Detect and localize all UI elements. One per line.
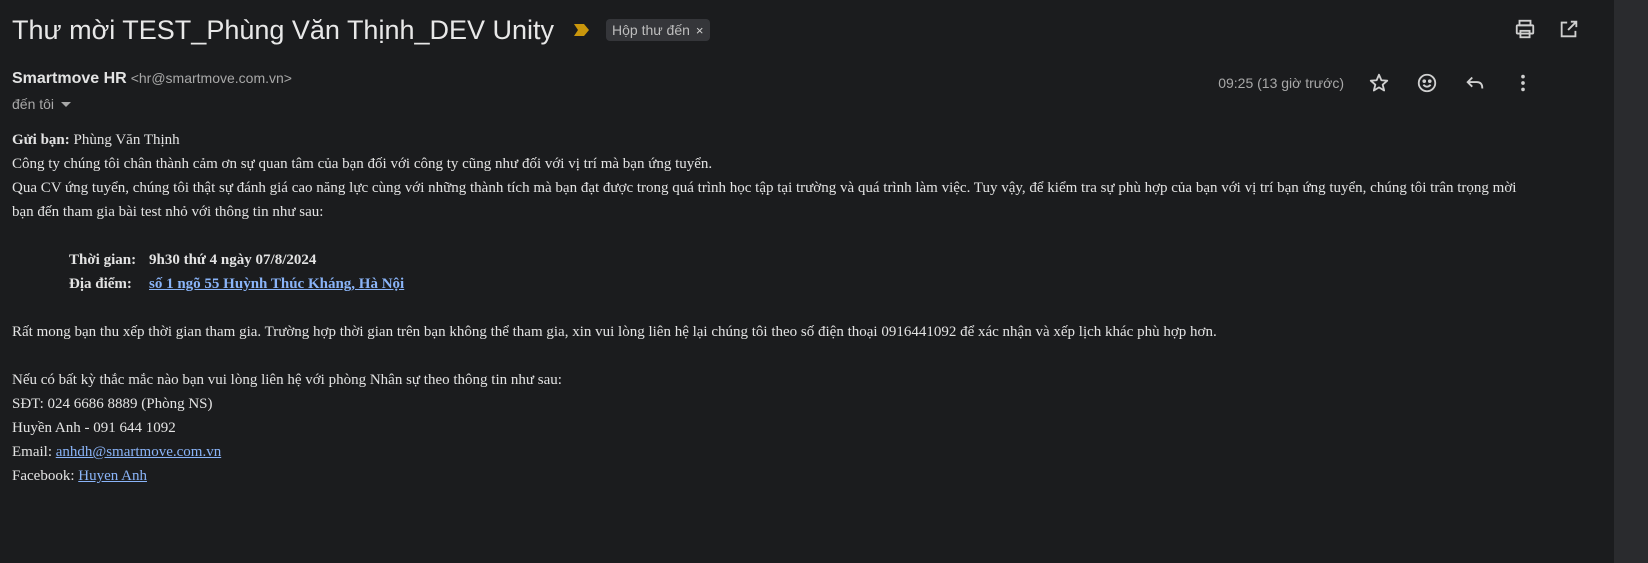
email-body: Gửi bạn: Phùng Văn Thịnh Công ty chúng t… [12, 128, 1522, 488]
place-link[interactable]: số 1 ngõ 55 Huỳnh Thúc Kháng, Hà Nội [149, 272, 404, 296]
open-in-new-window-icon[interactable] [1556, 16, 1582, 42]
print-icon[interactable] [1512, 16, 1538, 42]
contact-facebook-row: Facebook: Huyen Anh [12, 464, 1522, 488]
test-place-row: Địa điểm: số 1 ngõ 55 Huỳnh Thúc Kháng, … [69, 272, 1522, 296]
facebook-label: Facebook: [12, 468, 79, 484]
top-actions [1512, 16, 1582, 42]
contact-phone: SĐT: 024 6686 8889 (Phòng NS) [12, 396, 213, 412]
paragraph-arrange: Rất mong bạn thu xếp thời gian tham gia.… [12, 324, 1217, 340]
email-label: Email: [12, 444, 56, 460]
reply-icon[interactable] [1462, 70, 1488, 96]
message-actions [1366, 70, 1536, 96]
right-side-panel [1614, 0, 1648, 563]
contact-email-row: Email: anhdh@smartmove.com.vn [12, 440, 1522, 464]
paragraph-thanks: Công ty chúng tôi chân thành cảm ơn sự q… [12, 156, 713, 172]
paragraph-contact-intro: Nếu có bất kỳ thắc mắc nào bạn vui lòng … [12, 372, 562, 388]
test-info-block: Thời gian: 9h30 thứ 4 ngày 07/8/2024 Địa… [69, 248, 1522, 296]
recipient-details-toggle[interactable]: đến tôi [12, 96, 72, 112]
subject-row: Thư mời TEST_Phùng Văn Thịnh_DEV Unity H… [12, 12, 710, 48]
contact-email-link[interactable]: anhdh@smartmove.com.vn [56, 444, 221, 460]
test-time-row: Thời gian: 9h30 thứ 4 ngày 07/8/2024 [69, 248, 1522, 272]
sender-email: <hr@smartmove.com.vn> [130, 70, 292, 86]
email-subject: Thư mời TEST_Phùng Văn Thịnh_DEV Unity [12, 14, 555, 45]
contact-person: Huyền Anh - 091 644 1092 [12, 420, 176, 436]
time-value: 9h30 thứ 4 ngày 07/8/2024 [149, 252, 317, 268]
greeting-name: Phùng Văn Thịnh [69, 132, 180, 148]
greeting: Gửi bạn: Phùng Văn Thịnh [12, 128, 1522, 152]
caret-down-icon[interactable] [60, 96, 72, 112]
paragraph-invitation: Qua CV ứng tuyển, chúng tôi thật sự đánh… [12, 180, 1517, 220]
recipient-label: đến tôi [12, 96, 55, 112]
inbox-label-text: Hộp thư đến [612, 22, 690, 38]
sender-row: Smartmove HR <hr@smartmove.com.vn> [12, 70, 292, 88]
star-icon[interactable] [1366, 70, 1392, 96]
emoji-icon[interactable] [1414, 70, 1440, 96]
remove-label-icon[interactable]: × [696, 23, 704, 38]
inbox-label-chip: Hộp thư đến × [606, 19, 710, 41]
more-vert-icon[interactable] [1510, 70, 1536, 96]
place-label: Địa điểm: [69, 276, 132, 292]
sender-name[interactable]: Smartmove HR [12, 70, 127, 88]
email-view: Thư mời TEST_Phùng Văn Thịnh_DEV Unity H… [0, 0, 1648, 563]
importance-marker-icon[interactable] [572, 22, 592, 38]
greeting-label: Gửi bạn: [12, 132, 70, 148]
facebook-link[interactable]: Huyen Anh [78, 468, 147, 484]
message-meta: 09:25 (13 giờ trước) [1218, 70, 1536, 96]
time-label: Thời gian: [69, 252, 137, 268]
timestamp: 09:25 (13 giờ trước) [1218, 75, 1344, 91]
